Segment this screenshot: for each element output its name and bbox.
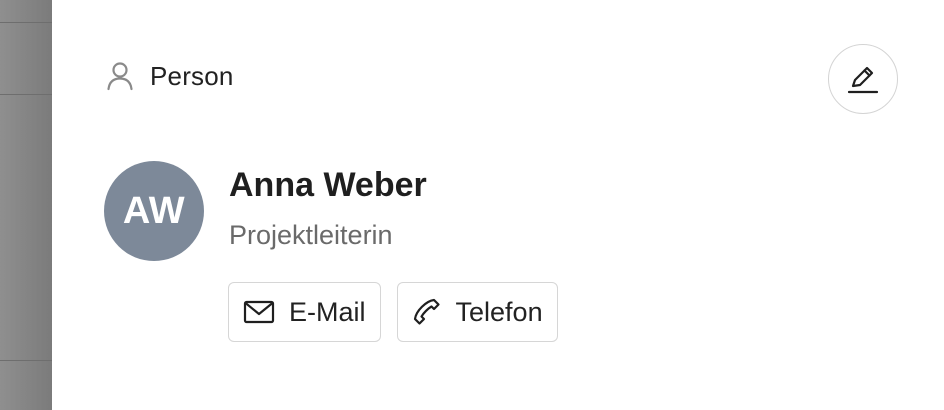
overlay-divider (0, 94, 52, 95)
contact-name: Anna Weber (229, 166, 427, 204)
contact-actions: E-Mail Telefon (228, 282, 558, 342)
overlay-divider (0, 22, 52, 23)
email-button-label: E-Mail (289, 296, 366, 327)
section-header: Person (106, 58, 234, 94)
overlay-divider (0, 360, 52, 361)
email-button[interactable]: E-Mail (228, 282, 381, 342)
pencil-icon (846, 62, 880, 96)
edit-button[interactable] (828, 44, 898, 114)
contact-detail-panel: Person AW Anna Weber Projektleiterin E-M… (52, 0, 944, 410)
phone-button[interactable]: Telefon (396, 282, 558, 342)
section-title: Person (150, 60, 234, 91)
avatar: AW (104, 161, 204, 261)
phone-icon (412, 297, 442, 327)
phone-button-label: Telefon (455, 296, 543, 327)
mail-icon (243, 300, 275, 324)
contact-role: Projektleiterin (229, 220, 393, 250)
background-overlay[interactable] (0, 0, 52, 410)
person-icon (106, 61, 134, 91)
